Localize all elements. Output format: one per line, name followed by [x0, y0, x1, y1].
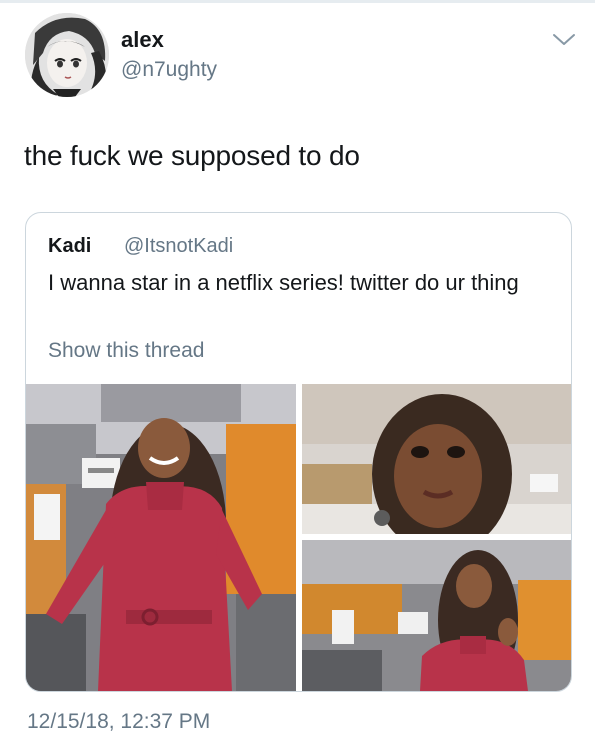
- photo-1[interactable]: [26, 384, 296, 691]
- chevron-down-icon[interactable]: [551, 30, 577, 48]
- quoted-tweet-card[interactable]: Kadi @ItsnotKadi I wanna star in a netfl…: [25, 212, 572, 692]
- tweet-text: the fuck we supposed to do: [24, 140, 360, 171]
- top-divider: [0, 0, 595, 3]
- anime-avatar-icon: [25, 13, 109, 97]
- avatar[interactable]: [25, 13, 109, 97]
- quoted-author-name: Kadi: [48, 235, 92, 257]
- media-grid: [26, 384, 571, 691]
- quoted-tweet-text: I wanna star in a netflix series! twitte…: [48, 270, 519, 295]
- tweet-timestamp[interactable]: 12/15/18, 12:37 PM: [27, 710, 210, 734]
- quoted-author-handle: @ItsnotKadi: [124, 235, 234, 257]
- show-thread-link[interactable]: Show this thread: [48, 339, 204, 363]
- photo-3[interactable]: [302, 540, 571, 691]
- author-handle[interactable]: @n7ughty: [121, 58, 217, 82]
- photo-2[interactable]: [302, 384, 571, 534]
- author-display-name[interactable]: alex: [121, 27, 164, 53]
